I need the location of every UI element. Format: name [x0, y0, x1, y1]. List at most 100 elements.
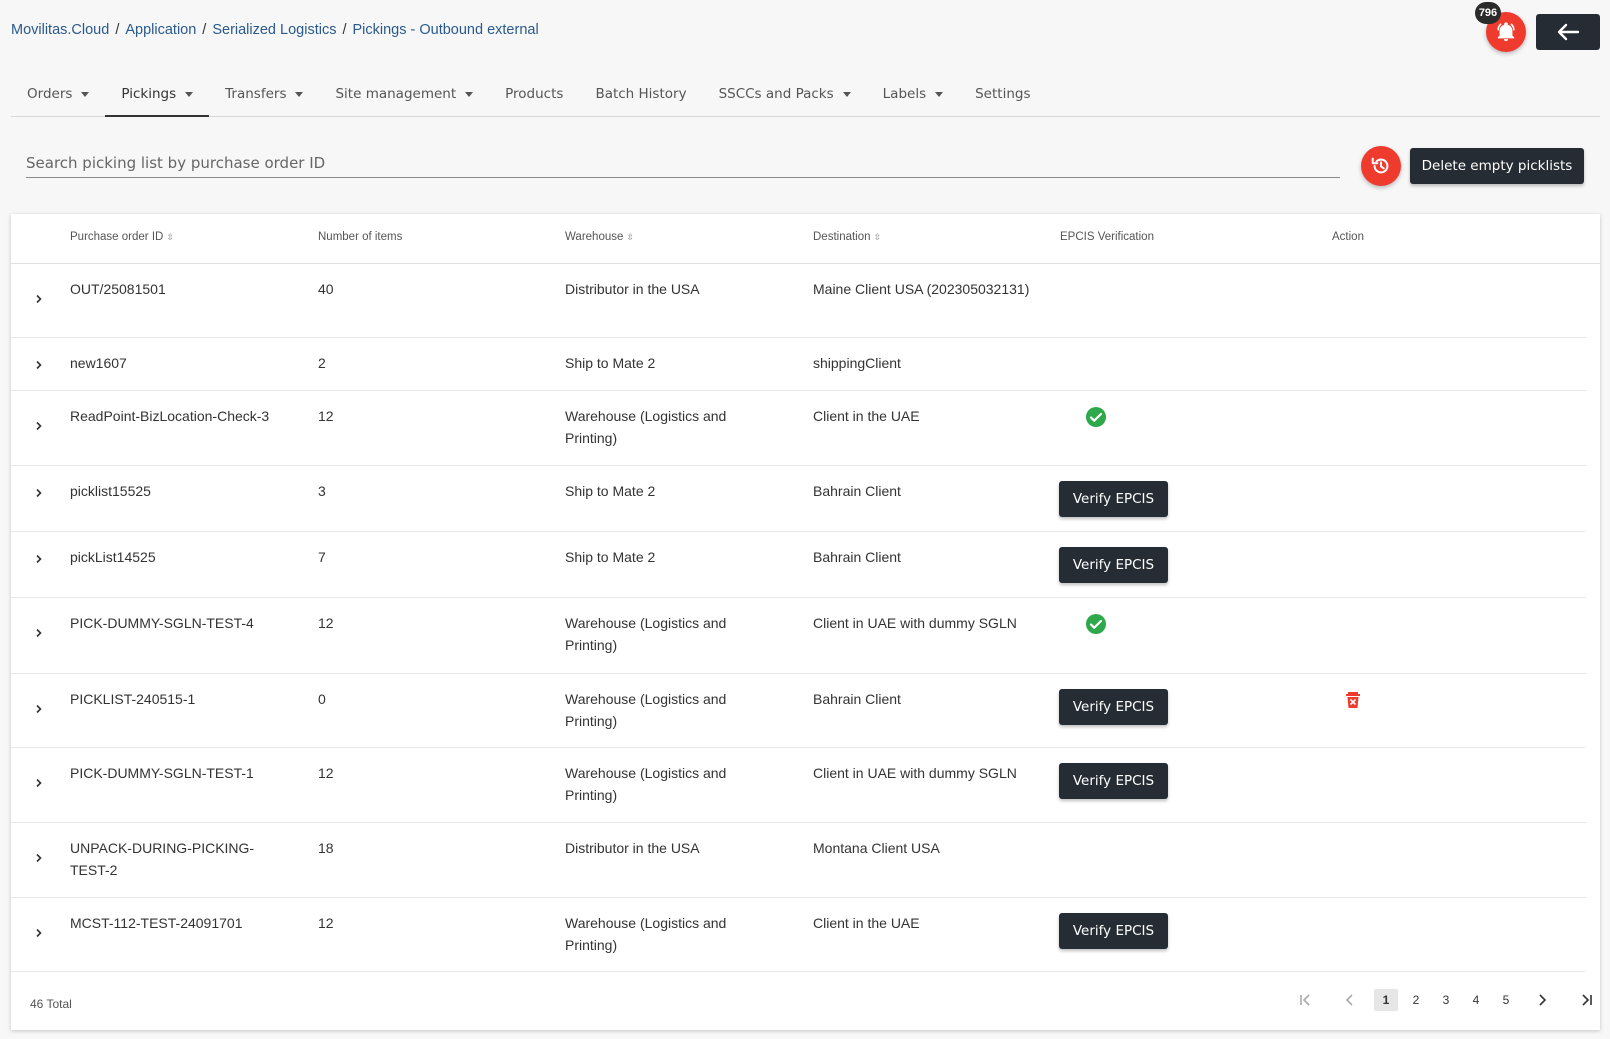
verified-check-icon [1085, 406, 1107, 428]
column-header-label: Number of items [318, 231, 403, 243]
expand-row-button[interactable] [31, 357, 47, 373]
tab-label: Pickings [121, 86, 177, 102]
chevron-right-icon [36, 628, 42, 638]
cell-po: pickList14525 [70, 549, 156, 565]
expand-row-button[interactable] [31, 485, 47, 501]
history-button[interactable] [1361, 146, 1401, 186]
expand-row-button[interactable] [31, 775, 47, 791]
table-row[interactable]: picklist15525 3 Ship to Mate 2 Bahrain Clie… [11, 466, 1586, 532]
expand-row-button[interactable] [31, 551, 47, 567]
cell-warehouse: Distributor in the USA [565, 840, 700, 856]
table-row[interactable]: ReadPoint-BizLocation-Check-3 12 Warehouse… [11, 391, 1586, 466]
table-row[interactable]: OUT/25081501 40 Distributor in the USA Main… [11, 264, 1586, 338]
table-row[interactable]: new1607 2 Ship to Mate 2 shippingClient [11, 338, 1586, 391]
verify-epcis-button[interactable]: Verify EPCIS [1059, 547, 1168, 583]
sort-icon: ⇳ [626, 232, 634, 242]
expand-row-button[interactable] [31, 701, 47, 717]
next-page-button[interactable] [1529, 989, 1557, 1011]
column-header-label: Destination [813, 231, 871, 243]
delete-icon[interactable] [1343, 690, 1363, 710]
page-button-3[interactable]: 3 [1434, 989, 1458, 1011]
cell-destination: Montana Client USA [813, 840, 940, 856]
chevron-left-icon [1345, 994, 1353, 1006]
cell-destination: Client in the UAE [813, 408, 920, 424]
verify-epcis-button[interactable]: Verify EPCIS [1059, 763, 1168, 799]
table-row[interactable]: MCST-112-TEST-24091701 12 Warehouse (Logis… [11, 898, 1586, 972]
tab-labels[interactable]: Labels [867, 72, 959, 116]
caret-down-icon [465, 91, 474, 97]
tab-products[interactable]: Products [489, 72, 579, 116]
breadcrumb-item-home[interactable]: Movilitas.Cloud [11, 22, 109, 38]
expand-row-button[interactable] [31, 850, 47, 866]
tab-pickings[interactable]: Pickings [105, 72, 209, 117]
table-row[interactable]: PICK-DUMMY-SGLN-TEST-4 12 Warehouse (Logis… [11, 598, 1586, 674]
page-button-4[interactable]: 4 [1464, 989, 1488, 1011]
expand-row-button[interactable] [31, 418, 47, 434]
verify-epcis-button[interactable]: Verify EPCIS [1059, 689, 1168, 725]
table-header: Purchase order ID ⇳ Number of items Wareh… [11, 214, 1600, 264]
cell-po: ReadPoint-BizLocation-Check-3 [70, 408, 270, 424]
breadcrumb-separator: / [115, 22, 120, 38]
caret-down-icon [185, 91, 194, 97]
cell-warehouse: Ship to Mate 2 [565, 483, 656, 499]
notification-count-badge: 796 [1475, 2, 1501, 24]
breadcrumb-item-current[interactable]: Pickings - Outbound external [352, 22, 538, 38]
back-button[interactable] [1536, 14, 1600, 50]
tab-settings[interactable]: Settings [959, 72, 1046, 116]
cell-destination: Bahrain Client [813, 483, 901, 499]
cell-warehouse: Ship to Mate 2 [565, 355, 656, 371]
tab-site-management[interactable]: Site management [319, 72, 489, 116]
table-row[interactable]: pickList14525 7 Ship to Mate 2 Bahrain Clie… [11, 532, 1586, 598]
verify-epcis-button[interactable]: Verify EPCIS [1059, 481, 1168, 517]
tab-batch-history[interactable]: Batch History [579, 72, 702, 116]
tab-orders[interactable]: Orders [11, 72, 105, 116]
chevron-right-icon [36, 778, 42, 788]
search-input[interactable] [26, 148, 1340, 178]
delete-empty-picklists-button[interactable]: Delete empty picklists [1410, 148, 1584, 184]
cell-warehouse: Warehouse (Logistics and Printing) [565, 915, 727, 953]
tab-label: Products [505, 86, 564, 102]
cell-po: OUT/25081501 [70, 281, 166, 297]
page-button-5[interactable]: 5 [1494, 989, 1518, 1011]
tab-transfers[interactable]: Transfers [209, 72, 319, 116]
caret-down-icon [81, 91, 90, 97]
first-page-button[interactable] [1291, 989, 1319, 1011]
history-icon [1371, 157, 1389, 174]
verify-epcis-button[interactable]: Verify EPCIS [1059, 913, 1168, 949]
last-page-button[interactable] [1573, 989, 1601, 1011]
cell-items: 3 [318, 483, 326, 499]
tab-label: Transfers [225, 86, 287, 102]
chevron-right-icon [36, 853, 42, 863]
column-header-destination[interactable]: Destination ⇳ [813, 231, 881, 243]
expand-row-button[interactable] [31, 925, 47, 941]
column-header-action: Action [1332, 231, 1364, 243]
breadcrumb-item-serialized-logistics[interactable]: Serialized Logistics [212, 22, 336, 38]
caret-down-icon [295, 91, 304, 97]
table-row[interactable]: PICKLIST-240515-1 0 Warehouse (Logistics a… [11, 674, 1586, 748]
cell-destination: shippingClient [813, 355, 901, 371]
page-button-2[interactable]: 2 [1404, 989, 1428, 1011]
tab-ssccs-and-packs[interactable]: SSCCs and Packs [703, 72, 867, 116]
column-header-warehouse[interactable]: Warehouse ⇳ [565, 231, 634, 243]
expand-row-button[interactable] [31, 625, 47, 641]
cell-destination: Bahrain Client [813, 691, 901, 707]
column-header-purchase-order-id[interactable]: Purchase order ID ⇳ [70, 231, 174, 243]
sort-icon: ⇳ [166, 232, 174, 242]
table-row[interactable]: PICK-DUMMY-SGLN-TEST-1 12 Warehouse (Logis… [11, 748, 1586, 823]
cell-destination: Maine Client USA (202305032131) [813, 281, 1030, 297]
cell-po: PICK-DUMMY-SGLN-TEST-1 [70, 765, 254, 781]
caret-down-icon [935, 91, 944, 97]
previous-page-button[interactable] [1335, 989, 1363, 1011]
breadcrumb-item-application[interactable]: Application [125, 22, 196, 38]
verified-check-icon [1085, 613, 1107, 635]
table-row[interactable]: UNPACK-DURING-PICKING-TEST-2 18 Distributo… [11, 823, 1586, 898]
cell-po: new1607 [70, 355, 127, 371]
cell-destination: Bahrain Client [813, 549, 901, 565]
cell-items: 12 [318, 915, 334, 931]
picklists-table: Purchase order ID ⇳ Number of items Wareh… [11, 214, 1600, 1030]
breadcrumb-separator: / [342, 22, 347, 38]
column-header-label: Purchase order ID [70, 231, 164, 243]
expand-row-button[interactable] [31, 291, 47, 307]
page-button-1[interactable]: 1 [1374, 989, 1398, 1011]
total-count: 46 Total [30, 997, 72, 1011]
